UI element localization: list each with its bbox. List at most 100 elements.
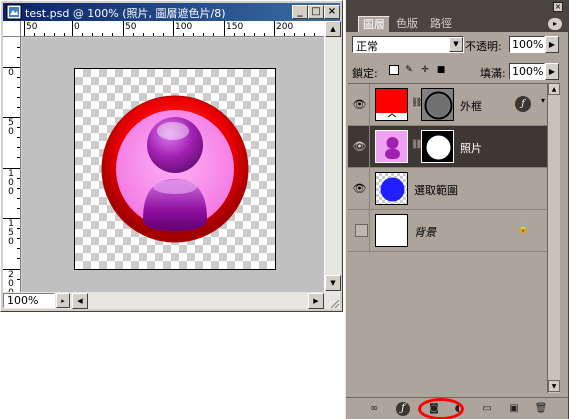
layer-name[interactable]: 外框 xyxy=(460,98,482,114)
arrow-left-icon: ◀ xyxy=(77,297,83,305)
opacity-slider-button[interactable]: ▶ xyxy=(545,36,559,53)
lock-pixels-brush-icon[interactable]: ✎ xyxy=(404,65,414,75)
layer-thumb-art xyxy=(380,177,405,202)
mask-circle-art xyxy=(426,135,451,160)
layer-visibility-toggle[interactable]: 👁 xyxy=(350,126,370,167)
ruler-v-label: 100 xyxy=(7,170,15,197)
ruler-v-char: 0 xyxy=(8,187,14,197)
layer-visibility-toggle[interactable]: 👁 xyxy=(350,84,370,125)
layer-thumbnail[interactable] xyxy=(375,172,408,205)
document-status-row: 100% ▸ ◀ ▶ xyxy=(3,292,340,309)
lock-position-move-icon[interactable]: ✛ xyxy=(420,65,430,75)
layer-list: 👁 ⛓ 外框 ƒ ▾ 👁 ⛓ 照片 👁 選取範圍 背景 🔒 xyxy=(348,83,547,393)
scroll-down-button[interactable]: ▼ xyxy=(325,275,341,291)
ruler-h-label: 200 xyxy=(276,22,294,32)
close-button[interactable]: × xyxy=(324,5,340,19)
ruler-h-label: 50 xyxy=(26,22,38,32)
ruler-h-label: 50 xyxy=(125,22,137,32)
document-titlebar[interactable]: test.psd @ 100% (照片, 圖層遮色片/8) _ □ × xyxy=(3,3,340,21)
blend-mode-value: 正常 xyxy=(356,40,378,53)
scroll-right-button[interactable]: ▶ xyxy=(308,293,324,309)
layer-thumb-art xyxy=(376,113,407,120)
status-menu-button[interactable]: ▸ xyxy=(56,293,70,308)
layer-thumbnail[interactable] xyxy=(375,130,408,163)
document-vertical-scrollbar[interactable]: ▲ ▼ xyxy=(324,21,341,292)
scroll-left-button[interactable]: ◀ xyxy=(72,293,88,309)
close-icon: × xyxy=(554,2,562,11)
layers-panel: × 圖層 色版 路徑 ▸ 正常 ▼ 不透明: 100% ▶ 鎖定: ✎ ✛ ■ … xyxy=(345,0,569,419)
layer-name[interactable]: 照片 xyxy=(460,140,482,156)
layer-mask-thumbnail[interactable] xyxy=(421,130,454,163)
layer-name[interactable]: 背景 xyxy=(414,224,436,240)
maximize-icon: □ xyxy=(311,6,321,17)
fill-field[interactable]: 100% xyxy=(509,63,545,80)
fill-slider-button[interactable]: ▶ xyxy=(545,63,559,80)
link-layers-icon[interactable]: ∞ xyxy=(366,402,382,416)
scroll-up-button[interactable]: ▲ xyxy=(548,83,560,95)
layer-thumbnail[interactable] xyxy=(375,214,408,247)
layer-thumbnail[interactable] xyxy=(375,88,408,121)
layer-row-photo[interactable]: 👁 ⛓ 照片 xyxy=(348,126,547,168)
ruler-v-char: 0 xyxy=(8,68,14,78)
user-avatar-artwork xyxy=(101,95,249,243)
layer-style-icon[interactable]: ƒ xyxy=(396,402,410,416)
maximize-button[interactable]: □ xyxy=(308,5,324,19)
document-title: test.psd @ 100% (照片, 圖層遮色片/8) xyxy=(25,7,226,20)
panel-close-button[interactable]: × xyxy=(553,2,563,12)
scroll-up-button[interactable]: ▲ xyxy=(325,21,341,37)
chevron-down-icon: ▼ xyxy=(449,37,463,52)
eye-icon: 👁 xyxy=(352,140,367,153)
ruler-h-label: 0 xyxy=(74,22,80,32)
panel-titlebar[interactable]: × xyxy=(346,0,568,14)
ruler-v-label: 0 xyxy=(7,69,15,78)
triangle-right-icon: ▸ xyxy=(61,297,65,305)
canvas-pasteboard[interactable] xyxy=(22,38,324,292)
arrow-right-icon: ▶ xyxy=(313,297,319,305)
lock-transparency-icon[interactable] xyxy=(389,65,399,75)
layer-name[interactable]: 選取範圍 xyxy=(414,182,458,198)
minimize-button[interactable]: _ xyxy=(292,5,308,19)
chain-link-icon[interactable]: ⛓ xyxy=(411,140,422,150)
arrow-down-icon: ▼ xyxy=(330,279,336,287)
lock-all-icon[interactable]: ■ xyxy=(436,65,446,75)
layer-visibility-toggle[interactable]: 👁 xyxy=(350,168,370,209)
layer-row-selection[interactable]: 👁 選取範圍 xyxy=(348,168,547,210)
scroll-down-button[interactable]: ▼ xyxy=(548,380,560,392)
zoom-level-field[interactable]: 100% xyxy=(3,293,55,308)
triangle-right-icon: ▶ xyxy=(548,40,556,49)
ruler-v-label: 150 xyxy=(7,220,15,247)
tab-layers[interactable]: 圖層 xyxy=(358,16,390,32)
vertical-ruler[interactable]: 0 50 100 150 200 xyxy=(3,37,21,292)
resize-grip-icon[interactable] xyxy=(328,297,340,309)
layer-effects-icon[interactable]: ƒ xyxy=(515,96,531,112)
psd-file-icon xyxy=(6,4,22,20)
layer-row-background[interactable]: 背景 🔒 xyxy=(348,210,547,252)
horizontal-ruler[interactable]: 50 0 50 100 150 200 xyxy=(21,21,324,37)
tab-channels[interactable]: 色版 xyxy=(392,16,422,32)
layer-row-frame[interactable]: 👁 ⛓ 外框 ƒ ▾ xyxy=(348,84,547,126)
panel-tabs: 圖層 色版 路徑 ▸ xyxy=(346,14,568,32)
layer-mask-thumbnail[interactable] xyxy=(421,88,454,121)
mask-ring-art xyxy=(424,91,453,120)
panel-menu-button[interactable]: ▸ xyxy=(548,18,562,30)
effects-expand-icon[interactable]: ▾ xyxy=(541,96,545,105)
ruler-h-label: 150 xyxy=(226,22,244,32)
layer-thumb-art xyxy=(385,137,400,159)
chain-link-icon[interactable]: ⛓ xyxy=(411,98,422,108)
new-group-icon[interactable]: ▭ xyxy=(479,402,495,416)
tab-paths[interactable]: 路徑 xyxy=(426,16,456,32)
eye-icon: 👁 xyxy=(352,98,367,111)
layer-visibility-toggle[interactable] xyxy=(350,210,370,251)
new-layer-icon[interactable]: ▣ xyxy=(506,402,522,416)
image-canvas[interactable] xyxy=(74,68,276,270)
ruler-origin[interactable] xyxy=(3,21,21,37)
arrow-up-icon: ▲ xyxy=(551,86,557,93)
document-window: test.psd @ 100% (照片, 圖層遮色片/8) _ □ × 50 0… xyxy=(0,0,343,312)
layer-list-scrollbar[interactable]: ▲ ▼ xyxy=(547,83,560,393)
highlight-circle-annotation xyxy=(418,398,464,419)
hidden-visibility-box xyxy=(355,224,368,237)
delete-layer-icon[interactable]: 🗑 xyxy=(533,402,549,416)
blend-mode-select[interactable]: 正常 ▼ xyxy=(352,36,464,53)
opacity-field[interactable]: 100% xyxy=(509,36,545,53)
ruler-v-char: 0 xyxy=(8,237,14,247)
